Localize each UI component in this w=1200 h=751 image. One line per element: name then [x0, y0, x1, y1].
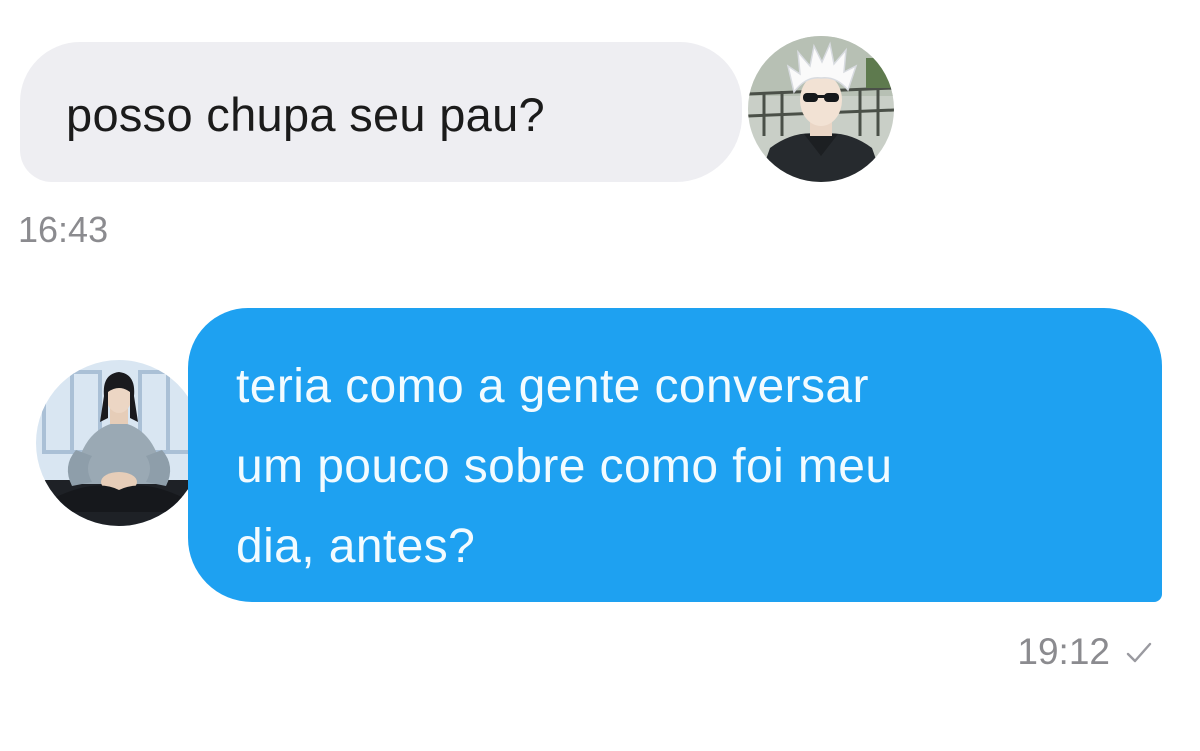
message-timestamp: 16:43: [18, 209, 109, 250]
message-text-line: um pouco sobre como foi meu: [236, 440, 893, 493]
avatar[interactable]: [36, 360, 202, 526]
message-text-line: teria como a gente conversar: [236, 360, 869, 413]
avatar[interactable]: [748, 36, 894, 182]
message-text-line: dia, antes?: [236, 520, 476, 573]
message-text: posso chupa seu pau?: [66, 88, 545, 141]
avatar-long-dark-hair-icon: [36, 360, 202, 526]
message-meta: 19:12: [1017, 628, 1154, 676]
check-icon: [1126, 642, 1152, 663]
chat-thread: posso chupa seu pau? 16:43 teria como a …: [0, 0, 1200, 751]
message-bubble-outgoing[interactable]: teria como a gente conversar um pouco so…: [188, 308, 1162, 602]
avatar-white-hair-sunglasses-icon: [748, 36, 894, 182]
message-bubble-incoming[interactable]: posso chupa seu pau?: [20, 42, 742, 182]
message-timestamp: 19:12: [1017, 631, 1110, 672]
